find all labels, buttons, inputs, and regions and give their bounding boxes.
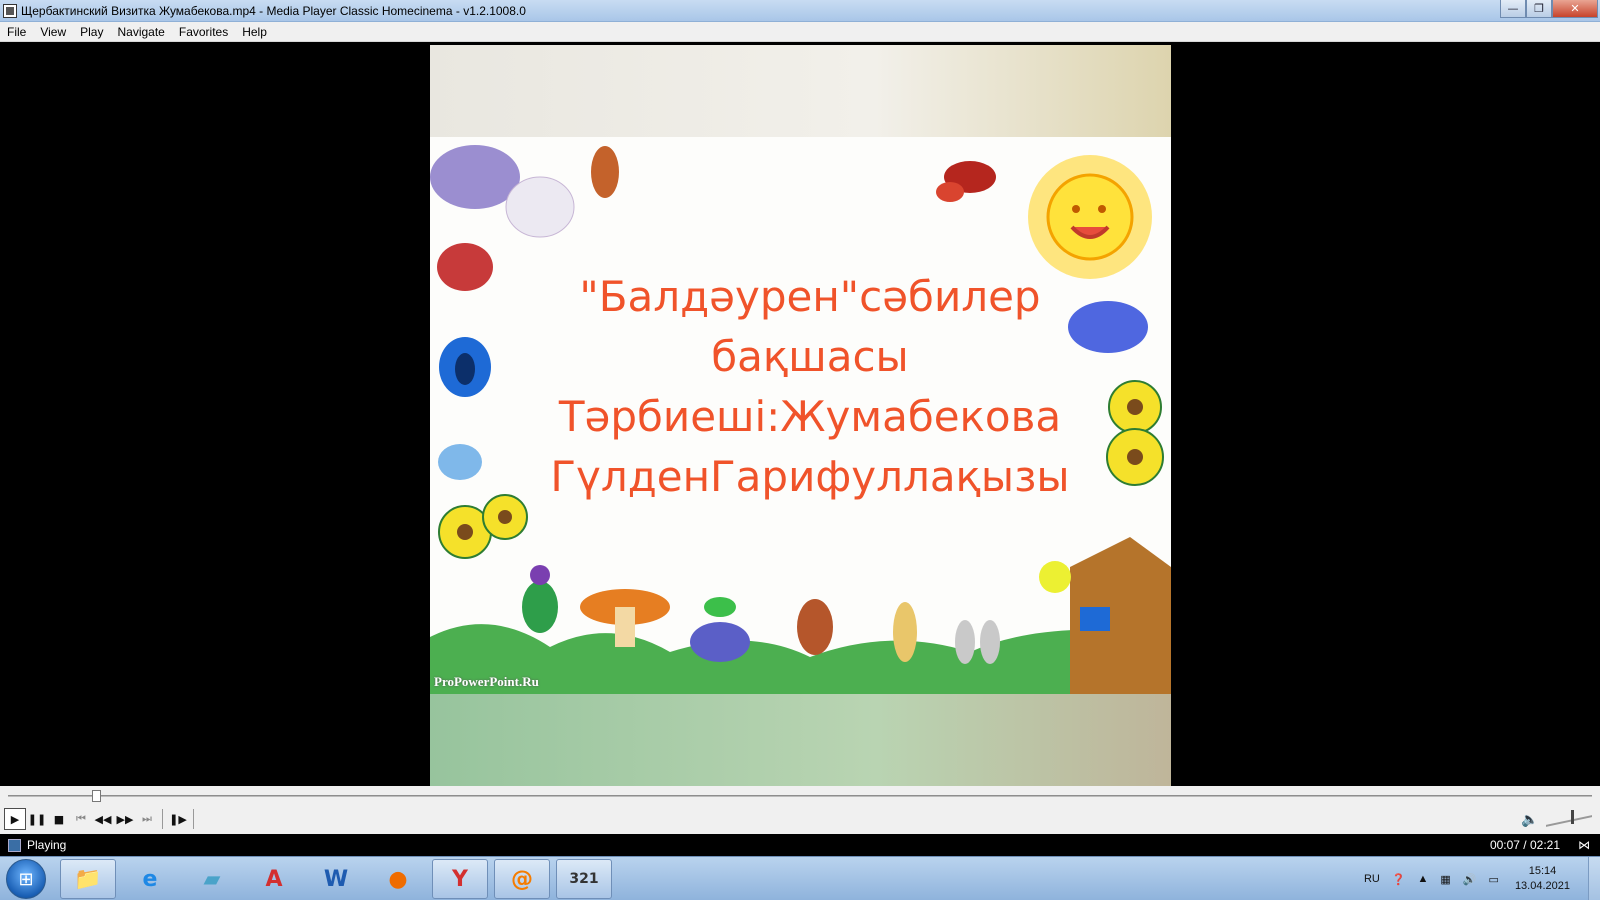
media-player-icon: 321 [569, 871, 599, 887]
slide-line-1: "Балдәурен"сәбилер [579, 272, 1041, 321]
status-bar: Playing 00:07 / 02:21 ⋈ [0, 834, 1600, 856]
menu-play[interactable]: Play [73, 25, 110, 39]
video-frame: "Балдәурен"сәбилер бақшасы Тәрбиеші:Жума… [430, 45, 1171, 786]
clock-time: 15:14 [1528, 865, 1557, 877]
butterfly-blue-illustration [439, 337, 491, 397]
yandex-icon: Y [452, 866, 468, 892]
toolbar-separator [193, 809, 194, 829]
system-tray: RU ❓ ▲ ▦ 🔊 ▭ 15:14 13.04.2021 [1358, 857, 1600, 900]
stop-button[interactable]: ■ [48, 808, 70, 830]
slide-watermark: ProPowerPoint.Ru [434, 674, 539, 689]
fast-forward-icon: ▶▶ [116, 812, 134, 826]
taskbar-app-button[interactable]: W [308, 859, 364, 899]
time-readout[interactable]: 00:07 / 02:21 [1490, 838, 1560, 852]
title-bar: Щербактинский Визитка Жумабекова.mp4 - M… [0, 0, 1600, 22]
close-button[interactable]: ✕ [1552, 0, 1598, 18]
slide-picture: "Балдәурен"сәбилер бақшасы Тәрбиеші:Жума… [430, 137, 1171, 694]
clock-date: 13.04.2021 [1514, 880, 1570, 892]
fast-forward-button[interactable]: ▶▶ [114, 808, 136, 830]
firefox-icon: ● [388, 866, 408, 892]
help-icon[interactable]: ❓ [1392, 873, 1406, 886]
playback-toolbar: ▶ ❚❚ ■ ⏮ ◀◀ ▶▶ ⏭ ❚▶ 🔈 [0, 804, 1600, 834]
action-center-icon[interactable]: ▭ [1489, 873, 1499, 886]
frame-bottom-band [430, 694, 1171, 786]
seek-track[interactable] [8, 795, 1592, 797]
taskbar: ⊞ 📁 e ▰ A W ● Y @321 RU ❓ ▲ ▦ 🔊 ▭ 15:14 13.04.2… [0, 856, 1600, 900]
internet-explorer-icon: e [142, 866, 158, 892]
status-text: Playing [27, 838, 67, 852]
rewind-icon: ◀◀ [94, 812, 112, 826]
volume-tray-icon[interactable]: 🔊 [1463, 873, 1477, 886]
toolbar-separator [162, 809, 163, 829]
show-desktop-button[interactable] [1588, 857, 1600, 900]
pdf-reader-icon: A [265, 866, 283, 892]
network-icon[interactable]: ▦ [1440, 873, 1450, 886]
frame-step-button[interactable]: ❚▶ [167, 808, 189, 830]
menu-file[interactable]: File [0, 25, 33, 39]
butterfly-red-illustration [936, 161, 996, 202]
mail-agent-icon: @ [511, 866, 533, 892]
slide-line-4: ГүлденГарифуллақызы [550, 452, 1070, 501]
explorer-icon: 📁 [74, 866, 102, 892]
menu-help[interactable]: Help [235, 25, 274, 39]
butterfly-pink-illustration [437, 243, 493, 291]
seek-bar[interactable] [0, 786, 1600, 804]
volume-slider[interactable] [1546, 815, 1592, 827]
taskbar-app-button[interactable]: A [246, 859, 302, 899]
window-title: Щербактинский Визитка Жумабекова.mp4 - M… [21, 3, 526, 18]
taskbar-app-button[interactable]: ● [370, 859, 426, 899]
taskbar-app-button[interactable]: e [122, 859, 178, 899]
spider-illustration [690, 597, 750, 662]
word-icon: W [323, 866, 349, 892]
frame-step-icon: ❚▶ [169, 812, 187, 826]
play-button[interactable]: ▶ [4, 808, 26, 830]
seek-thumb[interactable] [91, 790, 101, 802]
slide-caption: "Балдәурен"сәбилер бақшасы Тәрбиеші:Жума… [510, 267, 1110, 507]
menu-favorites[interactable]: Favorites [172, 25, 235, 39]
mosquito-illustration [893, 602, 917, 662]
cockroach-illustration [797, 599, 833, 655]
language-indicator[interactable]: RU [1364, 873, 1380, 885]
beetle-illustration [522, 565, 558, 633]
connection-icon: ⋈ [1578, 838, 1590, 852]
speaker-icon[interactable]: 🔈 [1521, 812, 1538, 828]
maximize-button[interactable]: ❐ [1526, 0, 1552, 18]
app-icon[interactable] [3, 3, 17, 18]
volume-thumb[interactable] [1571, 810, 1575, 824]
slide-line-3: Тәрбиеші:Жумабекова [558, 392, 1062, 441]
previous-button[interactable]: ⏮ [70, 808, 92, 830]
menu-view[interactable]: View [33, 25, 73, 39]
pause-button[interactable]: ❚❚ [26, 808, 48, 830]
notification-arrow-icon[interactable]: ▲ [1418, 873, 1429, 885]
elephant-cloud-illustration [430, 145, 575, 238]
flowers-right-illustration [1106, 380, 1164, 486]
play-icon: ▶ [10, 812, 20, 826]
skip-forward-icon: ⏭ [142, 812, 152, 825]
taskbar-app-button[interactable]: Y [432, 859, 488, 899]
clock[interactable]: 15:14 13.04.2021 [1515, 864, 1570, 894]
slide-line-2: бақшасы [711, 332, 909, 381]
pause-icon: ❚❚ [27, 812, 47, 826]
menu-bar: File View Play Navigate Favorites Help [0, 22, 1600, 42]
start-button[interactable]: ⊞ [6, 859, 46, 899]
taskbar-app-button[interactable]: ▰ [184, 859, 240, 899]
stop-icon: ■ [53, 812, 65, 826]
sun-illustration [1028, 155, 1152, 279]
butterfly-orange-illustration [591, 146, 619, 198]
window-controls: — ❐ ✕ [1500, 0, 1598, 18]
minimize-button[interactable]: — [1500, 0, 1526, 18]
next-button[interactable]: ⏭ [136, 808, 158, 830]
frame-top-band [430, 45, 1171, 137]
butterfly-lightblue-illustration [438, 444, 482, 480]
skip-back-icon: ⏮ [76, 812, 86, 825]
windows-logo-icon: ⊞ [18, 868, 34, 890]
taskbar-app-button[interactable]: 📁 [60, 859, 116, 899]
taskbar-app-button[interactable]: @ [494, 859, 550, 899]
menu-navigate[interactable]: Navigate [110, 25, 171, 39]
notebook-icon: ▰ [203, 866, 221, 892]
taskbar-app-button[interactable]: 321 [556, 859, 612, 899]
video-area[interactable]: "Балдәурен"сәбилер бақшасы Тәрбиеші:Жума… [0, 43, 1600, 786]
status-icon [8, 838, 21, 852]
rewind-button[interactable]: ◀◀ [92, 808, 114, 830]
